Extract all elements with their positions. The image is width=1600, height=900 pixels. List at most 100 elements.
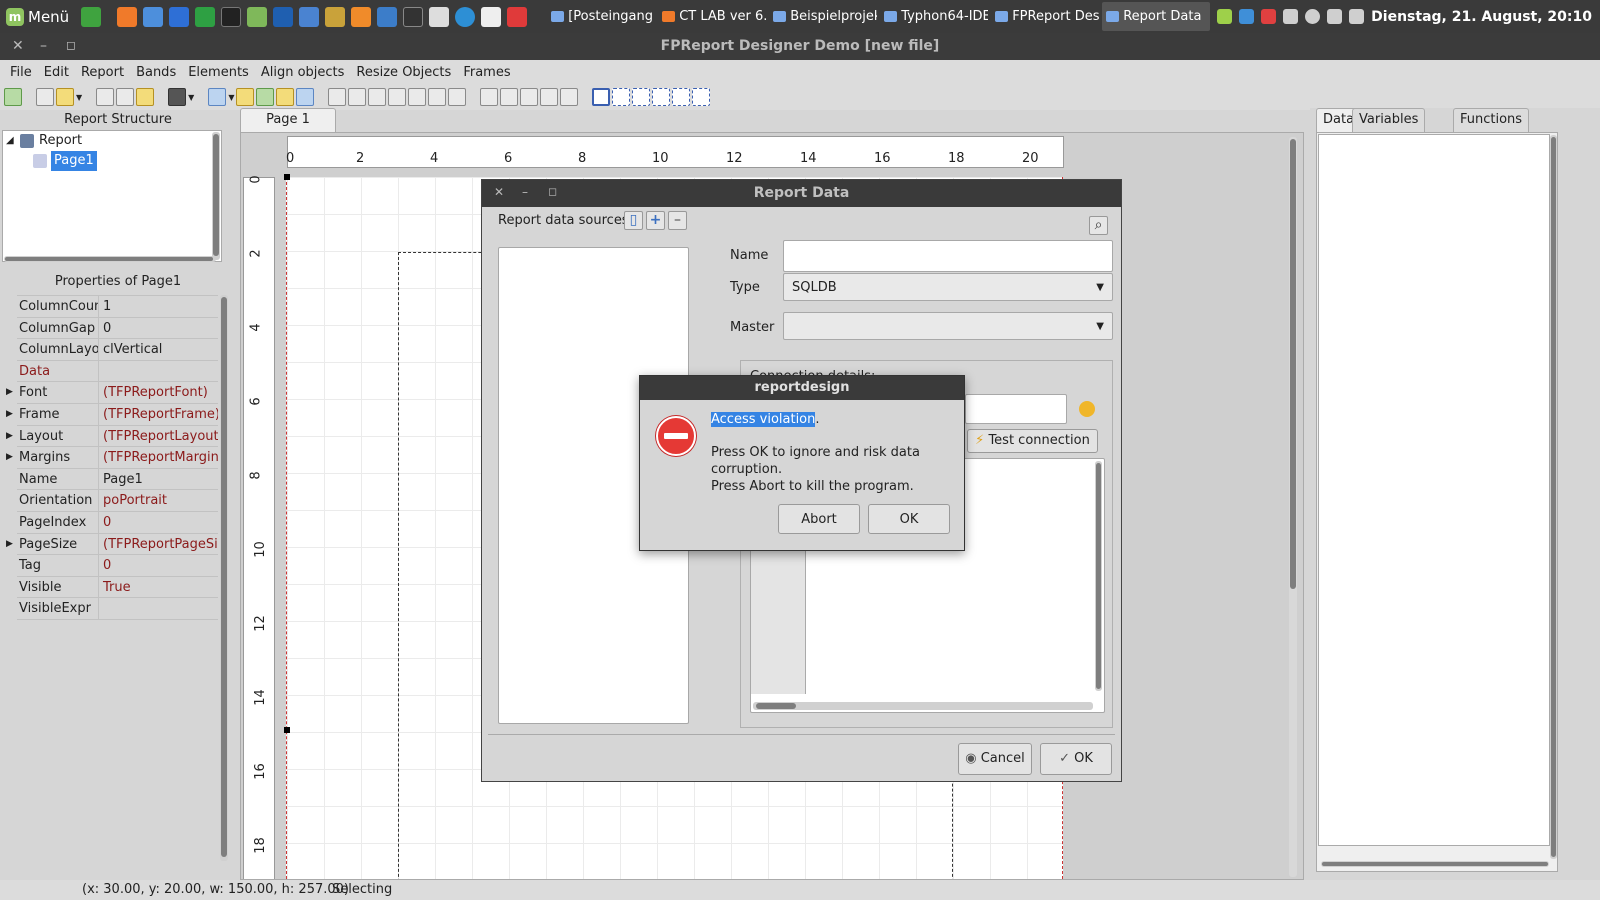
property-row[interactable]: PageIndex 0 [17, 511, 218, 534]
menu-resize-objects[interactable]: Resize Objects [350, 65, 457, 80]
menu-align-objects[interactable]: Align objects [255, 65, 351, 80]
clock[interactable]: Dienstag, 21. August, 20:10 [1371, 9, 1592, 25]
connect-icon[interactable] [1079, 401, 1095, 417]
scrollbar-thumb[interactable] [1322, 862, 1548, 866]
property-row[interactable]: ColumnLayoutclVertical [17, 339, 218, 361]
shape-icon[interactable] [276, 88, 295, 106]
cancel-button[interactable]: ◉ Cancel [958, 743, 1032, 775]
expand-arrow-icon[interactable]: ▶ [6, 404, 13, 425]
abort-button[interactable]: Abort [778, 504, 860, 534]
telegram-icon[interactable] [455, 6, 476, 27]
new-report-icon[interactable] [136, 88, 155, 106]
shield-icon[interactable] [1217, 9, 1233, 24]
close-icon[interactable]: ✕ [494, 185, 504, 199]
property-value[interactable]: (TFPReportMargins) [99, 447, 218, 468]
tab-functions[interactable]: Functions [1453, 108, 1530, 132]
align-bottom-icon[interactable] [448, 88, 467, 106]
frame-left-icon[interactable] [632, 88, 651, 106]
add-source-icon[interactable]: + [646, 211, 665, 230]
save-icon[interactable] [96, 88, 115, 106]
property-row[interactable]: Data [17, 360, 218, 383]
resize-max-icon[interactable] [560, 88, 579, 106]
chevron-down-icon[interactable]: ▼ [188, 93, 194, 102]
error-ok-button[interactable]: OK [868, 504, 950, 534]
flag-icon[interactable] [1261, 9, 1277, 24]
menu-edit[interactable]: Edit [38, 65, 75, 80]
menu-elements[interactable]: Elements [182, 65, 255, 80]
align-left-icon[interactable] [328, 88, 347, 106]
package-icon[interactable] [325, 6, 346, 27]
resize-grid-icon[interactable] [540, 88, 559, 106]
search-icon[interactable]: ⌕ [1089, 216, 1108, 235]
property-row[interactable]: Visible True [17, 576, 218, 599]
property-value[interactable] [99, 361, 218, 382]
property-value[interactable]: (TFPReportLayout) [99, 426, 218, 447]
exit-icon[interactable] [4, 88, 22, 106]
tree-node-page1[interactable]: Page1 [3, 151, 221, 171]
new-source-icon[interactable]: ▯ [624, 211, 643, 230]
expand-arrow-icon[interactable]: ▶ [6, 534, 13, 555]
remove-source-icon[interactable]: – [668, 211, 687, 230]
bluetooth-icon[interactable] [1239, 9, 1255, 24]
property-row[interactable]: ▶PageSize(TFPReportPageSize) [6, 533, 218, 556]
battery-icon[interactable] [1349, 9, 1365, 24]
property-row[interactable]: ▶ Frame (TFPReportFrame) [6, 403, 218, 426]
property-row[interactable]: ▶ Margins (TFPReportMargins) [6, 447, 218, 469]
chevron-down-icon[interactable]: ▼ [76, 93, 82, 102]
property-row[interactable]: ▶ Layout (TFPReportLayout) [6, 425, 218, 448]
frame-none-icon[interactable] [612, 88, 631, 106]
frame-right-icon[interactable] [652, 88, 671, 106]
clipboard-icon[interactable] [1283, 9, 1299, 24]
collapse-icon[interactable]: ◢ [6, 131, 14, 151]
monitor-icon[interactable] [377, 6, 398, 27]
task-beispielprojekte[interactable]: Beispielprojekte [769, 2, 877, 31]
scrollbar-thumb[interactable] [221, 297, 227, 857]
menu-bands[interactable]: Bands [130, 65, 182, 80]
menu-frames[interactable]: Frames [457, 65, 516, 80]
property-row[interactable]: ColumnGap 0 [17, 317, 218, 340]
scrollbar-thumb[interactable] [756, 703, 796, 709]
property-value[interactable]: clVertical [99, 339, 218, 360]
align-center-icon[interactable] [348, 88, 367, 106]
window-icon[interactable] [481, 6, 502, 27]
property-row[interactable]: VisibleExpr [17, 598, 218, 620]
property-value[interactable]: True [99, 577, 218, 598]
maximize-icon[interactable]: ◻ [548, 185, 557, 198]
report-structure-tree[interactable]: ◢ Report Page1 [2, 130, 222, 262]
grid-vscrollbar[interactable] [1095, 461, 1102, 691]
property-value[interactable]: Page1 [99, 469, 218, 490]
task-typhon[interactable]: Typhon64-IDE ... [880, 2, 988, 31]
chevron-down-icon[interactable]: ▼ [228, 93, 234, 102]
start-menu-button[interactable]: m Menü [0, 0, 75, 33]
scrollbar-thumb[interactable] [5, 257, 213, 261]
task-posteingang[interactable]: [Posteingang - ... [547, 2, 655, 31]
new-file-icon[interactable] [36, 88, 54, 106]
check-icon[interactable] [256, 88, 275, 106]
open-folder-icon[interactable] [56, 88, 74, 106]
properties-scrollbar[interactable] [220, 295, 228, 861]
property-value[interactable]: 0 [99, 555, 218, 576]
resize-height-icon[interactable] [500, 88, 519, 106]
tab-variables[interactable]: Variables [1352, 108, 1426, 132]
property-value[interactable]: 0 [99, 318, 218, 339]
tab-page1[interactable]: Page 1 (Page1) [240, 108, 336, 149]
name-input[interactable] [783, 240, 1113, 272]
error-message[interactable]: Access violation. Press OK to ignore and… [711, 411, 964, 495]
selection-handle[interactable] [284, 727, 290, 733]
align-middle-icon[interactable] [428, 88, 447, 106]
resize-both-icon[interactable] [520, 88, 539, 106]
show-desktop-icon[interactable] [81, 6, 102, 27]
settings-icon[interactable] [351, 6, 372, 27]
expand-arrow-icon[interactable]: ▶ [6, 382, 13, 403]
data-panel-hscrollbar[interactable] [1321, 861, 1549, 867]
property-row[interactable]: Name Page1 [17, 468, 218, 491]
property-row[interactable]: Tag 0 [17, 555, 218, 577]
mail-icon[interactable] [143, 6, 164, 27]
type-select[interactable]: SQLDB ▼ [783, 273, 1113, 301]
minimize-icon[interactable]: – [522, 185, 528, 199]
terminal-icon[interactable] [221, 6, 242, 27]
property-value[interactable]: 1 [99, 296, 218, 317]
designer-scrollbar[interactable] [1289, 137, 1297, 877]
tree-node-report[interactable]: ◢ Report [3, 131, 221, 151]
property-value[interactable] [99, 598, 218, 619]
